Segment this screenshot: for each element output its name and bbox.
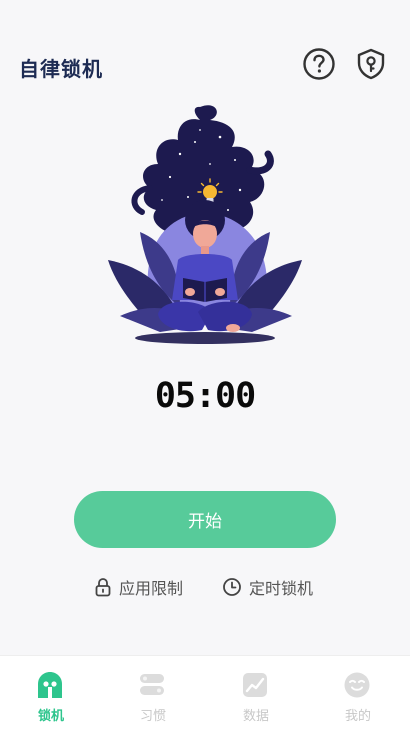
tab-habit[interactable]: 习惯 <box>102 656 204 731</box>
help-circle-icon[interactable] <box>302 47 336 81</box>
header: 自律锁机 <box>0 40 410 92</box>
clock-icon <box>223 578 241 596</box>
tab-lock[interactable]: 锁机 <box>0 656 102 731</box>
lock-tab-icon <box>38 672 62 698</box>
habit-icon <box>140 674 164 695</box>
profile-face-icon <box>344 672 370 698</box>
lock-icon <box>95 578 111 597</box>
scheduled-lock-option[interactable]: 定时锁机 <box>222 574 313 600</box>
tab-mine-label: 我的 <box>344 709 371 724</box>
tab-data-label: 数据 <box>242 709 269 724</box>
meditation-illustration <box>100 102 310 346</box>
shield-key-icon[interactable] <box>354 47 388 81</box>
start-button[interactable]: 开始 <box>74 491 336 548</box>
countdown-timer: 05:00 <box>154 376 256 416</box>
tab-lock-label: 锁机 <box>37 709 64 724</box>
tab-mine[interactable]: 我的 <box>307 656 409 731</box>
app-restriction-label: 应用限制 <box>119 579 184 598</box>
bottom-tab-bar: 锁机 习惯 数据 我的 <box>0 655 410 731</box>
tab-habit-label: 习惯 <box>139 709 166 724</box>
scheduled-lock-label: 定时锁机 <box>249 579 314 598</box>
page-title: 自律锁机 <box>19 57 103 81</box>
tab-data[interactable]: 数据 <box>205 656 307 731</box>
chart-icon <box>243 673 267 697</box>
app-restriction-option[interactable]: 应用限制 <box>94 574 183 600</box>
